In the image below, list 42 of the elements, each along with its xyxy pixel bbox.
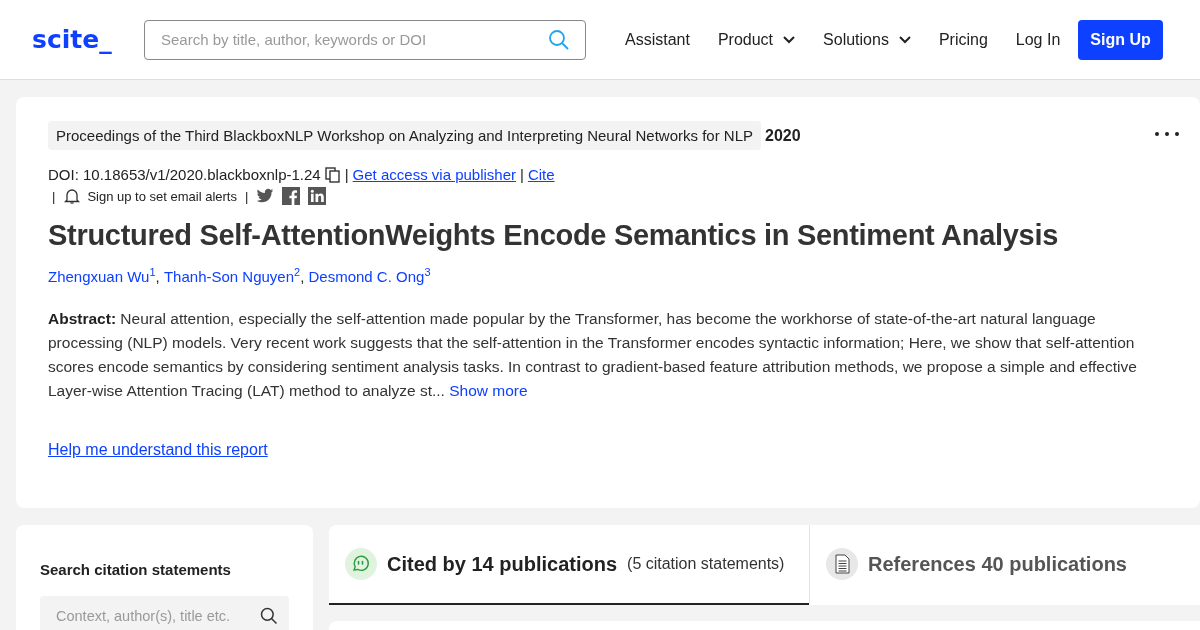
- help-link[interactable]: Help me understand this report: [48, 440, 268, 459]
- abstract-text: Abstract: Neural attention, especially the self-attention made popular by the Transformer, has become the workhorse of state-of-the-art natural language processing (NLP) models. Very recent work suggests that the self-attention in the Transformer encodes syntactic information; Here, we show that self-attention scores encode semantics by considering sentiment analysis tasks. In contrast to gradient-based feature attribution methods, we propose a simple and effective Layer-wise Attention Tracing (LAT) method to analyze st... Show more: [48, 309, 1138, 401]
- author-link[interactable]: Zhengxuan Wu$^{1}$: [48, 266, 156, 285]
- linkedin-icon[interactable]: [308, 187, 327, 205]
- logo[interactable]: scite_: [32, 25, 144, 54]
- separator: |: [52, 188, 56, 204]
- author-link[interactable]: Desmond C. Ong$^{3}$: [308, 266, 431, 285]
- separator: |: [520, 166, 524, 183]
- citation-search-field[interactable]: Context, author(s), title etc.: [40, 596, 289, 630]
- search-field[interactable]: Search by title, author, keywords or DOI: [161, 31, 547, 48]
- venue-label: Proceedings of the Third BlackboxNLP Workshop on Analyzing and Interpreting Neural Networks for NLP: [48, 121, 762, 150]
- nav-link[interactable]: Assistant: [611, 30, 704, 49]
- search-icon[interactable]: [259, 606, 279, 626]
- link[interactable]: Get access via publisher: [352, 166, 517, 183]
- email-alerts-text[interactable]: Sign up to set email alerts: [87, 188, 237, 204]
- facebook-icon[interactable]: [282, 187, 301, 205]
- nav-link[interactable]: Log In: [1001, 30, 1075, 49]
- comma: ,: [300, 268, 306, 285]
- separator: |: [244, 188, 249, 204]
- year-text: 2020: [765, 126, 801, 145]
- link[interactable]: Cite: [527, 166, 555, 183]
- bird-icon[interactable]: [256, 187, 275, 205]
- nav-link[interactable]: Product: [703, 30, 810, 49]
- speech-bubble-icon: [345, 548, 377, 580]
- nav-link[interactable]: Solutions: [809, 30, 925, 49]
- copy-icon[interactable]: [324, 166, 341, 183]
- paper-title: Structured Self-AttentionWeights Encode Semantics in Sentiment Analysis: [48, 219, 1059, 252]
- nav-link[interactable]: Pricing: [924, 30, 1002, 49]
- more-icon[interactable]: [1154, 131, 1180, 137]
- sidebar-heading: Search citation statements: [40, 561, 232, 578]
- caret-icon: [783, 35, 796, 44]
- document-icon: [826, 548, 858, 580]
- sign-up-button[interactable]: Sign Up: [1078, 19, 1163, 60]
- citation-search-field[interactable]: Context, author(s), title etc.: [56, 608, 259, 624]
- doi-text: DOI: 10.18653/v1/2020.blackboxnlp-1.24: [48, 166, 321, 183]
- comma: ,: [155, 268, 161, 285]
- author-link[interactable]: Thanh-Son Nguyen$^{2}$: [163, 266, 301, 285]
- search-field[interactable]: Search by title, author, keywords or DOI: [144, 19, 586, 60]
- separator: |: [344, 166, 349, 183]
- bell-icon[interactable]: [63, 187, 82, 205]
- caret-icon: [898, 35, 911, 44]
- show-more-link[interactable]: Show more: [449, 382, 528, 399]
